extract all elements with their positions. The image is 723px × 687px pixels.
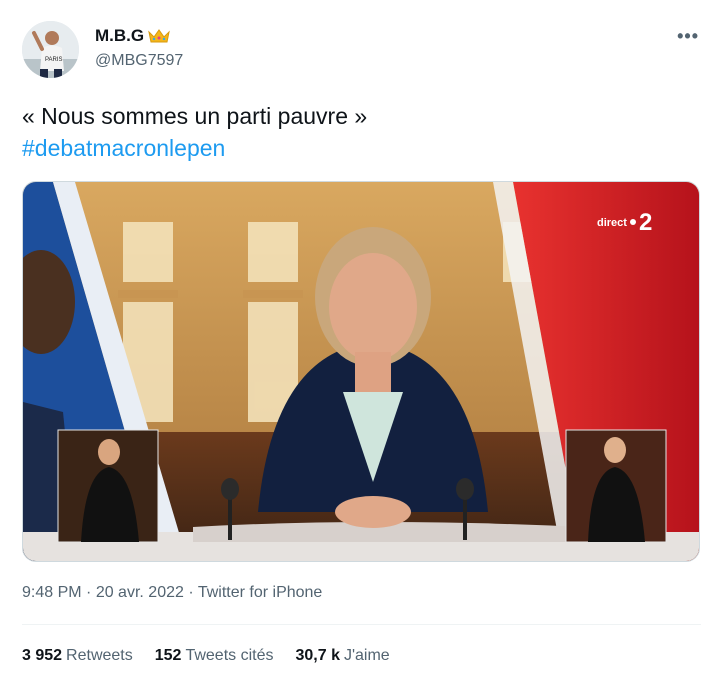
crown-icon (148, 28, 170, 44)
stat-label: Tweets cités (185, 647, 274, 664)
display-name[interactable]: M.B.G (95, 26, 144, 46)
stat-likes[interactable]: 30,7 k J'aime (295, 647, 389, 665)
hashtag-link[interactable]: #debatmacronlepen (22, 132, 367, 164)
tweet-body: « Nous sommes un parti pauvre » (22, 103, 368, 129)
tweet-stats: 3 952 Retweets 152 Tweets cités 30,7 k J'ai… (22, 647, 390, 665)
stat-count: 152 (154, 647, 182, 664)
author-name-row: M.B.G (95, 26, 170, 46)
avatar[interactable]: PARIS (22, 21, 79, 78)
tv-debate-image: direct 2 (23, 182, 699, 561)
channel-label: direct (597, 217, 627, 229)
tweet-text: « Nous sommes un parti pauvre » #debatma… (22, 100, 367, 164)
stat-label: J'aime (343, 647, 390, 664)
avatar-shirt-text: PARIS (45, 57, 63, 63)
tweet-time[interactable]: 9:48 PM (22, 584, 82, 601)
divider (22, 624, 701, 625)
stat-count: 3 952 (22, 647, 63, 664)
tweet-media-image[interactable]: direct 2 (22, 181, 700, 562)
stat-count: 30,7 k (295, 647, 340, 664)
channel-number: 2 (639, 209, 652, 236)
tweet-meta: 9:48 PM · 20 avr. 2022 · Twitter for iPh… (22, 584, 322, 602)
tweet-date[interactable]: 20 avr. 2022 (96, 584, 184, 601)
stat-quote-tweets[interactable]: 152 Tweets cités (155, 647, 274, 665)
meta-separator-2: · (183, 584, 198, 601)
author-handle[interactable]: @MBG7597 (95, 52, 183, 70)
meta-separator: · (81, 584, 96, 601)
stat-label: Retweets (66, 647, 133, 664)
stat-retweets[interactable]: 3 952 Retweets (22, 647, 133, 665)
tweet-source[interactable]: Twitter for iPhone (198, 584, 323, 601)
more-icon[interactable]: ••• (677, 26, 699, 47)
